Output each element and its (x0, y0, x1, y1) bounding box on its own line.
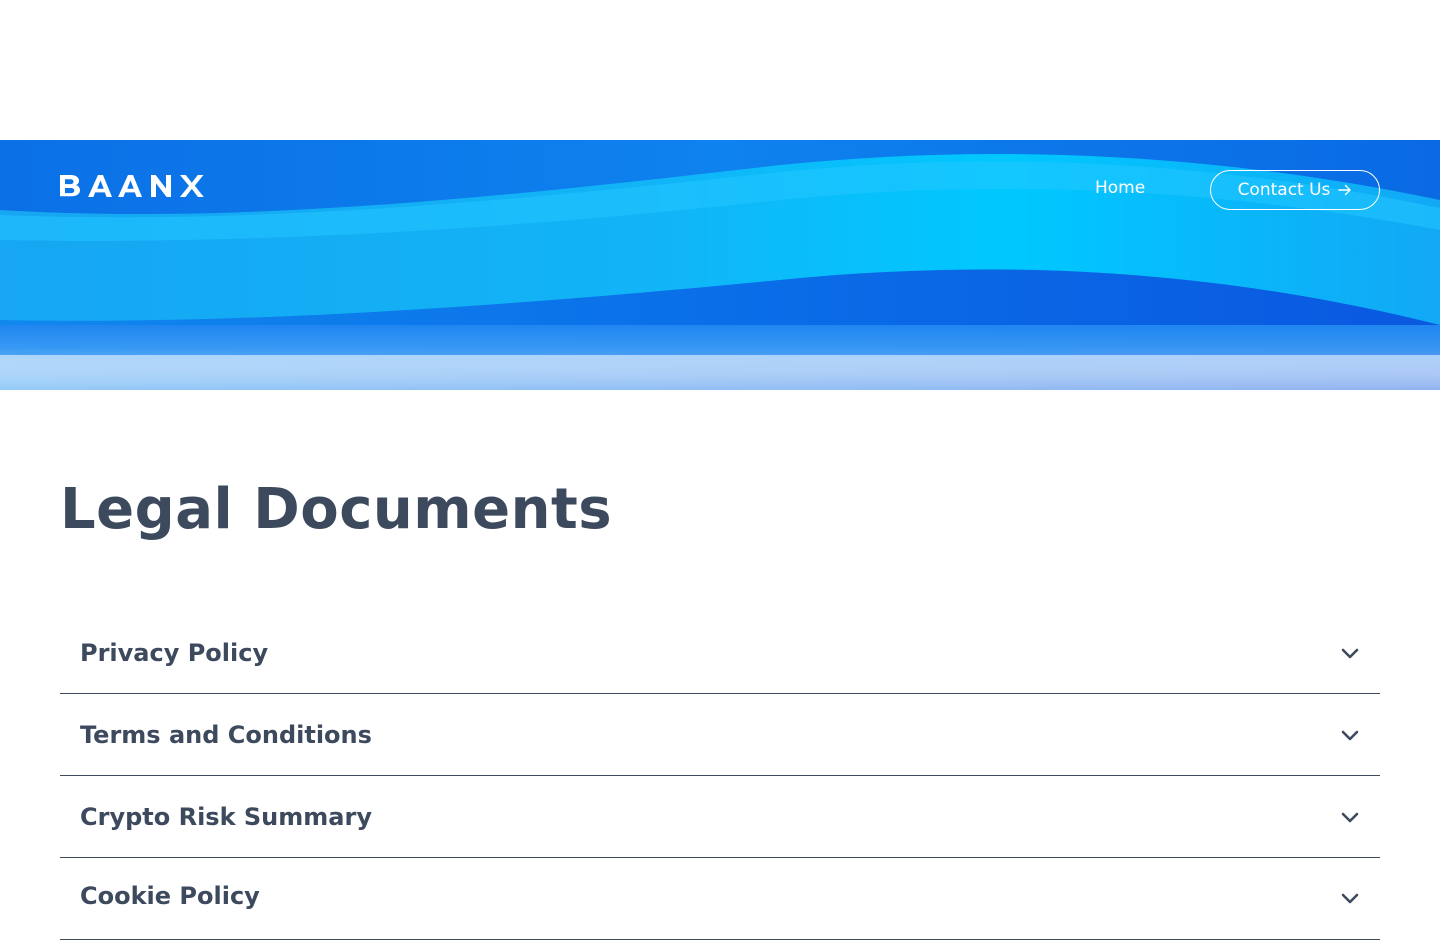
accordion-item-terms-and-conditions[interactable]: Terms and Conditions (60, 694, 1380, 776)
accordion-item-label: Crypto Risk Summary (80, 802, 372, 831)
nav-home-link[interactable]: Home (1095, 178, 1145, 198)
arrow-right-icon (1338, 184, 1352, 196)
legal-documents-accordion: Privacy Policy Terms and Conditions Cryp… (60, 612, 1380, 940)
baanx-logo[interactable] (60, 174, 212, 198)
accordion-item-label: Privacy Policy (80, 638, 269, 667)
contact-us-label: Contact Us (1237, 180, 1331, 200)
chevron-down-icon (1341, 730, 1359, 740)
chevron-down-icon (1341, 812, 1359, 822)
accordion-item-privacy-policy[interactable]: Privacy Policy (60, 612, 1380, 694)
accordion-item-label: Terms and Conditions (80, 720, 372, 749)
page-title: Legal Documents (60, 477, 613, 542)
accordion-item-cookie-policy[interactable]: Cookie Policy (60, 858, 1380, 940)
chevron-down-icon (1341, 893, 1359, 904)
top-blank-area (0, 0, 1440, 140)
accordion-item-crypto-risk-summary[interactable]: Crypto Risk Summary (60, 776, 1380, 858)
accordion-item-label: Cookie Policy (80, 882, 260, 910)
chevron-down-icon (1341, 648, 1359, 658)
navbar: Home Contact Us (0, 140, 1440, 240)
hero-banner: Home Contact Us (0, 140, 1440, 390)
baanx-logo-icon (60, 175, 204, 197)
contact-us-button[interactable]: Contact Us (1210, 170, 1380, 210)
main-content: Legal Documents (60, 470, 1380, 550)
